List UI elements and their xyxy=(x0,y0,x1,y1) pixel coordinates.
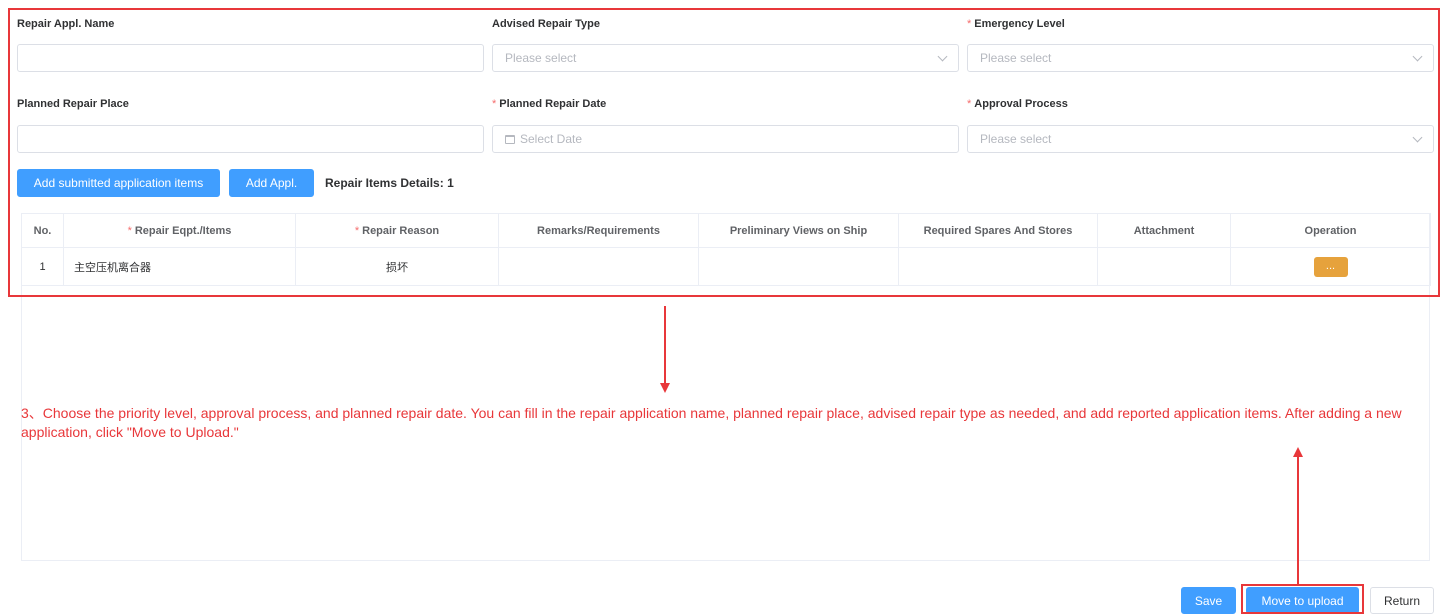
col-operation: Operation xyxy=(1230,213,1431,248)
planned-repair-date-picker[interactable]: Select Date xyxy=(492,125,959,153)
col-preliminary-views: Preliminary Views on Ship xyxy=(698,213,899,248)
planned-repair-place-input[interactable] xyxy=(17,125,484,153)
save-button[interactable]: Save xyxy=(1181,587,1236,614)
cell-views xyxy=(698,247,899,286)
move-to-upload-button[interactable]: Move to upload xyxy=(1246,587,1359,614)
required-mark: * xyxy=(967,18,972,30)
annotation-arrow-up xyxy=(1297,456,1299,584)
add-submitted-items-button[interactable]: Add submitted application items xyxy=(17,169,220,197)
repair-items-details: Repair Items Details: 1 xyxy=(325,176,454,190)
approval-process-label: * Approval Process xyxy=(967,98,1068,110)
col-attachment: Attachment xyxy=(1097,213,1231,248)
chevron-down-icon xyxy=(1412,51,1423,61)
required-mark: * xyxy=(967,98,972,110)
repair-appl-name-input[interactable] xyxy=(17,44,484,72)
cell-no: 1 xyxy=(21,247,64,286)
required-mark: * xyxy=(354,224,360,237)
col-repair-eqpt: * Repair Eqpt./Items xyxy=(63,213,296,248)
planned-repair-place-label: Planned Repair Place xyxy=(17,98,129,110)
col-remarks: Remarks/Requirements xyxy=(498,213,699,248)
col-required-spares: Required Spares And Stores xyxy=(898,213,1098,248)
emergency-level-placeholder: Please select xyxy=(980,51,1052,65)
cell-operation: ... xyxy=(1230,247,1431,286)
repair-appl-name-label: Repair Appl. Name xyxy=(17,18,115,30)
table-row[interactable]: 1 主空压机离合器 损坏 ... xyxy=(21,247,1431,286)
advised-repair-type-select[interactable]: Please select xyxy=(492,44,959,72)
planned-repair-date-label: * Planned Repair Date xyxy=(492,98,607,110)
chevron-down-icon xyxy=(937,51,948,61)
cell-spares xyxy=(898,247,1098,286)
col-no: No. xyxy=(21,213,64,248)
advised-repair-type-placeholder: Please select xyxy=(505,51,577,65)
repair-items-table: No. * Repair Eqpt./Items * Repair Reason R… xyxy=(21,213,1431,286)
approval-process-select[interactable]: Please select xyxy=(967,125,1434,153)
cell-reason: 损坏 xyxy=(295,247,499,286)
col-repair-reason: * Repair Reason xyxy=(295,213,499,248)
advised-repair-type-label: Advised Repair Type xyxy=(492,18,600,30)
add-appl-button[interactable]: Add Appl. xyxy=(229,169,314,197)
annotation-instruction-text: 3、Choose the priority level, approval pr… xyxy=(21,405,1402,440)
table-header-row: No. * Repair Eqpt./Items * Repair Reason R… xyxy=(21,213,1431,248)
required-mark: * xyxy=(492,98,497,110)
annotation-arrow-down xyxy=(664,306,666,384)
required-mark: * xyxy=(127,224,132,237)
planned-repair-date-placeholder: Select Date xyxy=(520,132,583,146)
calendar-icon xyxy=(505,134,515,144)
details-count: 1 xyxy=(447,176,454,190)
annotation-arrow-up-head xyxy=(1293,447,1303,457)
emergency-level-select[interactable]: Please select xyxy=(967,44,1434,72)
cell-item: 主空压机离合器 xyxy=(63,247,296,286)
emergency-level-label: * Emergency Level xyxy=(967,18,1065,30)
approval-process-placeholder: Please select xyxy=(980,132,1052,146)
cell-remarks xyxy=(498,247,699,286)
chevron-down-icon xyxy=(1412,132,1423,142)
more-options-button[interactable]: ... xyxy=(1313,256,1348,277)
cell-attachment xyxy=(1097,247,1231,286)
annotation-arrow-down-head xyxy=(660,383,670,393)
return-button[interactable]: Return xyxy=(1370,587,1434,614)
